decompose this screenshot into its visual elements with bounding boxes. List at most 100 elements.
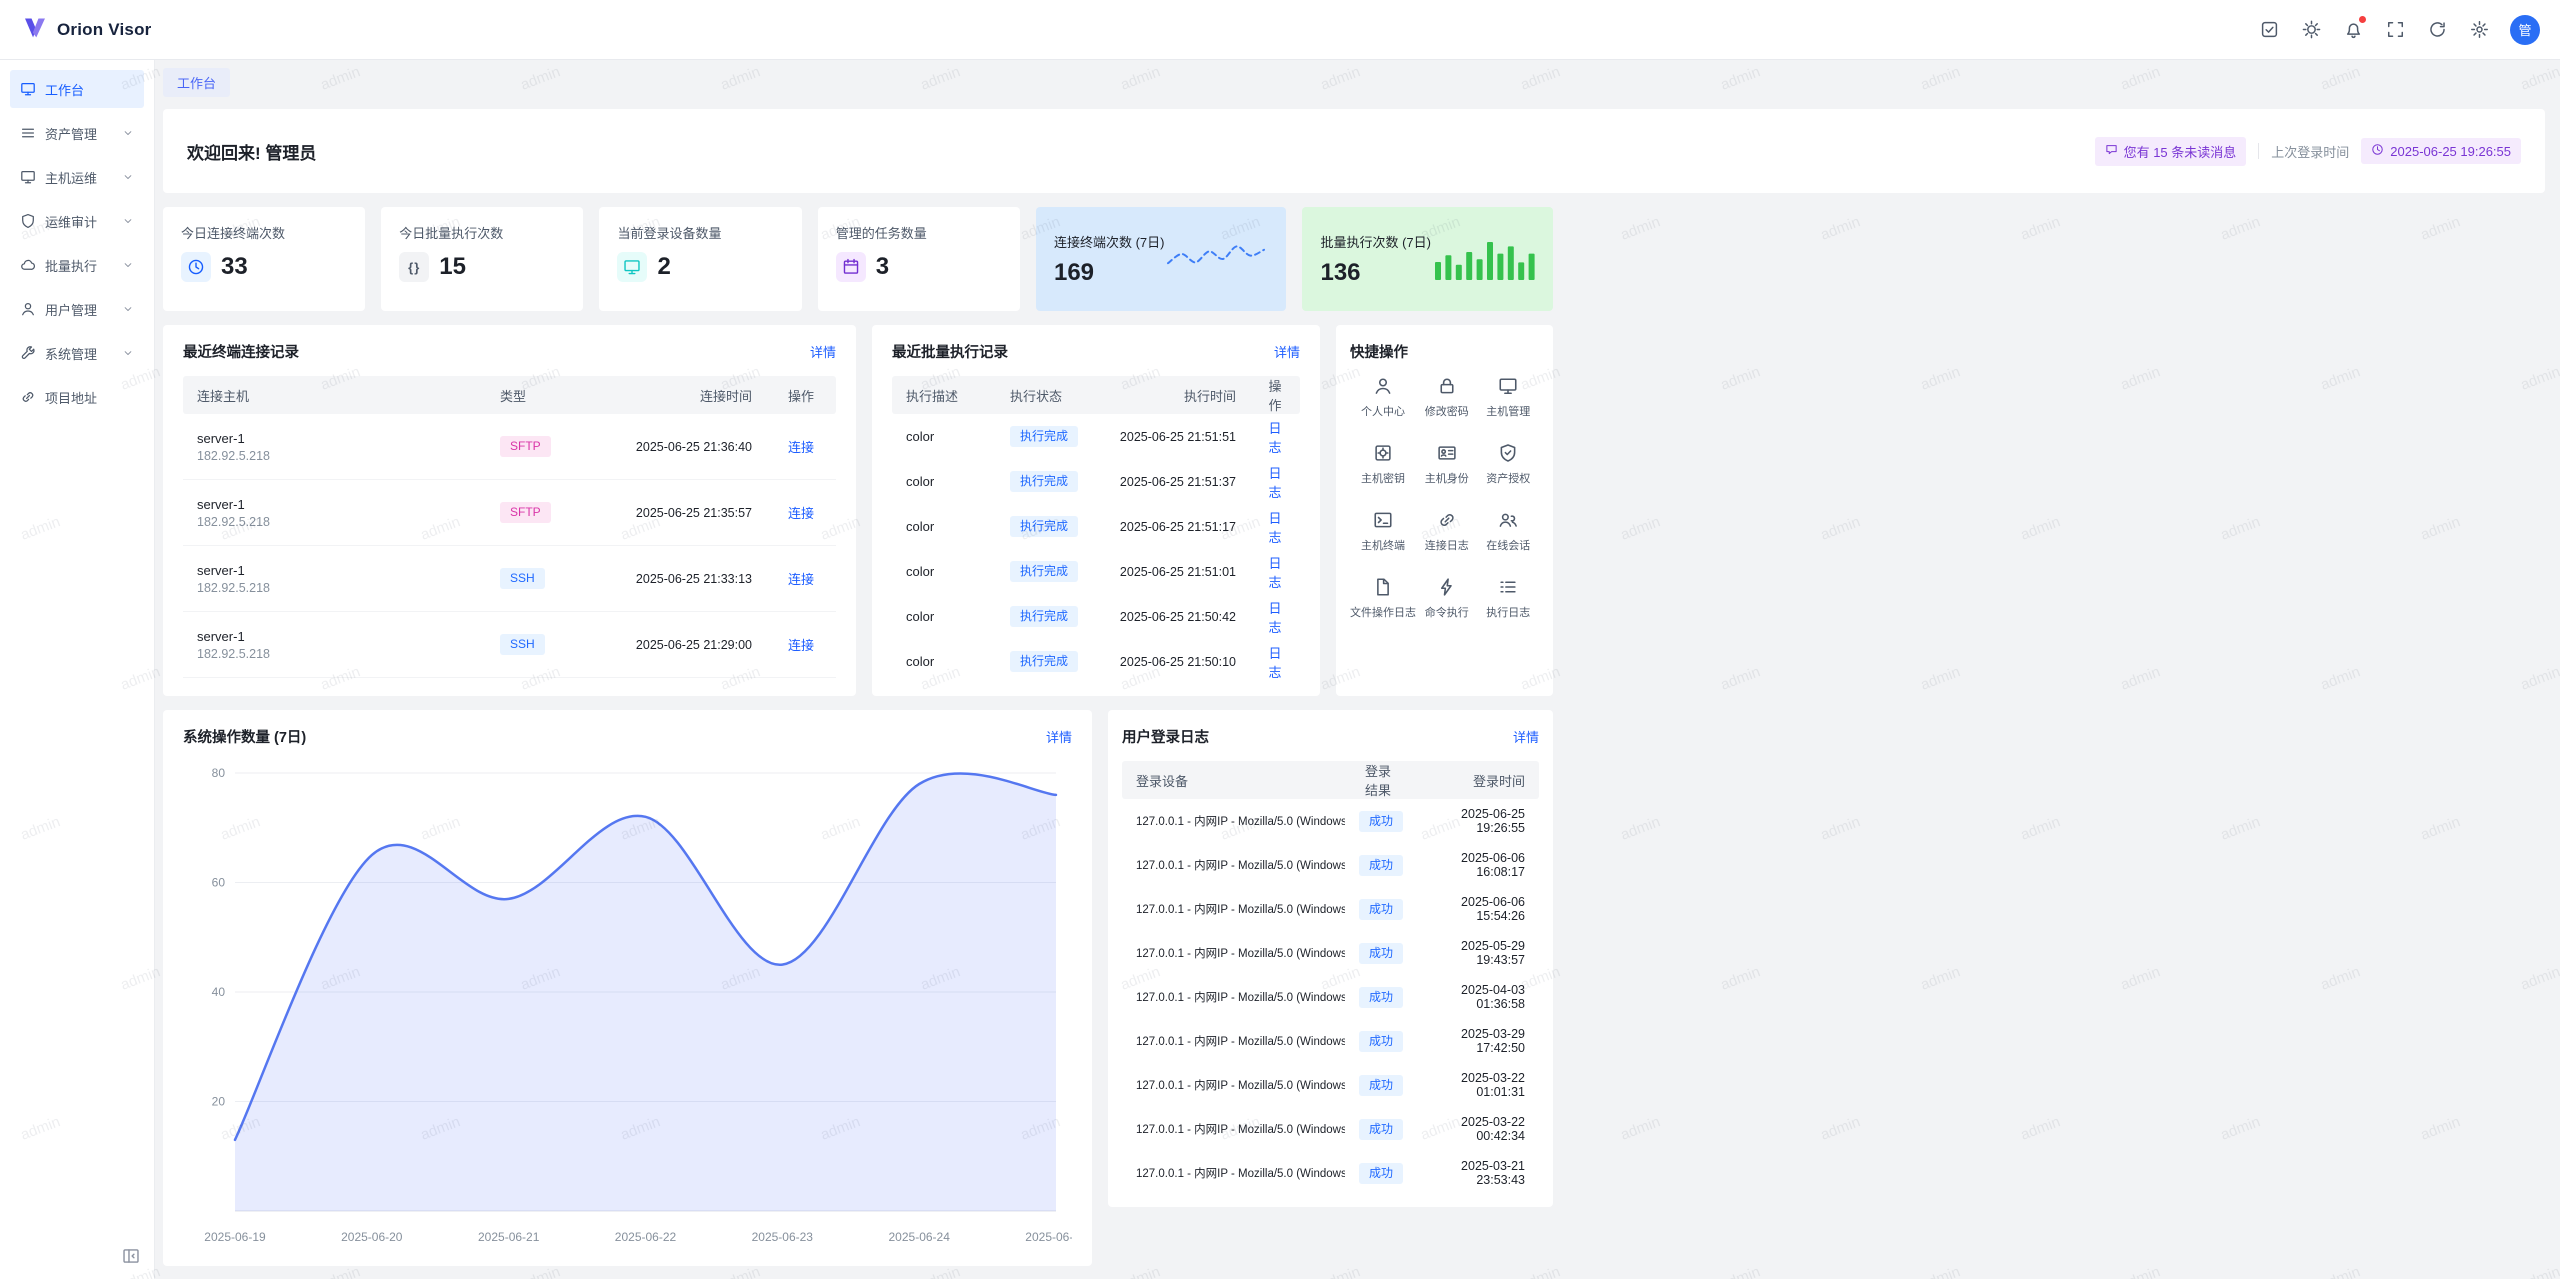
login-log-row: 127.0.0.1 - 内网IP - Mozilla/5.0 (Windows … <box>1122 887 1539 931</box>
login-log-row: 127.0.0.1 - 内网IP - Mozilla/5.0 (Windows … <box>1122 1107 1539 1151</box>
quick-action-12[interactable]: 执行日志 <box>1478 577 1540 620</box>
connect-link[interactable]: 连接 <box>788 506 814 521</box>
bottom-row: 系统操作数量 (7日) 详情 204060802025-06-192025-06… <box>163 710 1553 1266</box>
stat-card-today-connections: 今日连接终端次数33 <box>163 207 365 311</box>
monitor-icon <box>1498 376 1518 396</box>
message-icon <box>2105 143 2118 159</box>
quick-action-11[interactable]: 命令执行 <box>1416 577 1478 620</box>
log-link[interactable]: 日志 <box>1268 421 1281 455</box>
result-tag: 成功 <box>1359 899 1403 920</box>
log-link[interactable]: 日志 <box>1268 646 1281 680</box>
refresh-button[interactable] <box>2420 13 2454 47</box>
safe-icon <box>1373 443 1393 463</box>
file-icon <box>1373 577 1393 597</box>
recent-executions-title: 最近批量执行记录 <box>892 341 1008 362</box>
user-avatar[interactable]: 管 <box>2510 15 2540 45</box>
sidebar-item-users[interactable]: 用户管理 <box>10 290 144 328</box>
login-log-row: 127.0.0.1 - 内网IP - Mozilla/5.0 (Windows … <box>1122 1151 1539 1195</box>
result-tag: 成功 <box>1359 811 1403 832</box>
recent-connections-details-link[interactable]: 详情 <box>810 342 836 361</box>
chevron-down-icon <box>122 259 134 271</box>
quick-actions-title: 快捷操作 <box>1350 341 1408 362</box>
status-tag: 执行完成 <box>1010 516 1078 537</box>
login-logs-details-link[interactable]: 详情 <box>1513 727 1539 746</box>
svg-text:40: 40 <box>212 985 226 999</box>
sidebar-item-system[interactable]: 系统管理 <box>10 334 144 372</box>
refresh-icon <box>2428 20 2447 39</box>
ops-area-chart: 204060802025-06-192025-06-202025-06-2120… <box>183 761 1072 1254</box>
stat-card-online-devices: 当前登录设备数量2 <box>599 207 801 311</box>
recent-executions-table: 执行描述 执行状态 执行时间 操作 color执行完成2025-06-25 21… <box>892 376 1300 684</box>
clock-icon <box>181 252 211 282</box>
log-link[interactable]: 日志 <box>1268 511 1281 545</box>
list-check-icon <box>1498 577 1518 597</box>
result-tag: 成功 <box>1359 1075 1403 1096</box>
connect-link[interactable]: 连接 <box>788 440 814 455</box>
breadcrumb-item-workbench[interactable]: 工作台 <box>163 68 230 97</box>
notifications-button[interactable] <box>2336 13 2370 47</box>
protocol-tag: SSH <box>500 568 545 589</box>
recent-executions-details-link[interactable]: 详情 <box>1274 342 1300 361</box>
welcome-banner: 欢迎回来! 管理员 您有 15 条未读消息 上次登录时间 2025-06-25 … <box>163 109 2545 193</box>
quick-action-6[interactable]: 资产授权 <box>1478 443 1540 486</box>
settings-button[interactable] <box>2462 13 2496 47</box>
log-link[interactable]: 日志 <box>1268 556 1281 590</box>
svg-text:2025-06-22: 2025-06-22 <box>615 1230 677 1244</box>
quick-action-10[interactable]: 文件操作日志 <box>1350 577 1416 620</box>
ops-chart-details-link[interactable]: 详情 <box>1046 727 1072 746</box>
ops-chart-panel: 系统操作数量 (7日) 详情 204060802025-06-192025-06… <box>163 710 1092 1266</box>
quick-action-3[interactable]: 主机管理 <box>1478 376 1540 419</box>
svg-text:60: 60 <box>212 876 226 890</box>
user-icon <box>1373 376 1393 396</box>
sidebar-item-audit[interactable]: 运维审计 <box>10 202 144 240</box>
stat-card-today-executions: 今日批量执行次数{}15 <box>381 207 583 311</box>
quick-action-4[interactable]: 主机密钥 <box>1350 443 1416 486</box>
sidebar-item-host-ops[interactable]: 主机运维 <box>10 158 144 196</box>
quick-action-8[interactable]: 连接日志 <box>1416 510 1478 553</box>
stat-card-executions-7d: 批量执行次数 (7日)136 <box>1302 207 1553 311</box>
svg-text:2025-06-25: 2025-06-25 <box>1025 1230 1072 1244</box>
last-login-label: 上次登录时间 <box>2271 142 2349 161</box>
chevron-down-icon <box>122 171 134 183</box>
link-icon <box>1437 510 1457 530</box>
app-logo-icon <box>22 15 48 44</box>
status-tag: 执行完成 <box>1010 471 1078 492</box>
fullscreen-button[interactable] <box>2378 13 2412 47</box>
quick-action-2[interactable]: 修改密码 <box>1416 376 1478 419</box>
quick-action-7[interactable]: 主机终端 <box>1350 510 1416 553</box>
stats-row: 今日连接终端次数33今日批量执行次数{}15当前登录设备数量2管理的任务数量3连… <box>163 207 1553 311</box>
login-logs-panel: 用户登录日志 详情 登录设备 登录结果 登录时间 127.0.0.1 - 内网I… <box>1108 710 1553 1207</box>
connect-link[interactable]: 连接 <box>788 572 814 587</box>
quick-action-9[interactable]: 在线会话 <box>1478 510 1540 553</box>
result-tag: 成功 <box>1359 987 1403 1008</box>
svg-text:2025-06-21: 2025-06-21 <box>478 1230 540 1244</box>
sidebar-item-project[interactable]: 项目地址 <box>10 378 144 416</box>
sidebar-item-batch-exec[interactable]: 批量执行 <box>10 246 144 284</box>
connect-link[interactable]: 连接 <box>788 638 814 653</box>
main-content: 工作台 欢迎回来! 管理员 您有 15 条未读消息 上次登录时间 2025-06… <box>155 60 2560 1279</box>
unread-messages-badge[interactable]: 您有 15 条未读消息 <box>2095 137 2247 166</box>
quick-actions-panel: 快捷操作 个人中心修改密码主机管理主机密钥主机身份资产授权主机终端连接日志在线会… <box>1336 325 1553 696</box>
log-link[interactable]: 日志 <box>1268 601 1281 635</box>
result-tag: 成功 <box>1359 855 1403 876</box>
sidebar-item-assets[interactable]: 资产管理 <box>10 114 144 152</box>
monitor-icon <box>20 81 36 97</box>
clock-icon <box>2371 143 2384 159</box>
chevron-down-icon <box>122 215 134 227</box>
connection-row: server-1182.92.5.218SFTP2025-06-25 21:35… <box>183 480 836 546</box>
svg-text:80: 80 <box>212 766 226 780</box>
execution-row: color执行完成2025-06-25 21:50:10日志 <box>892 639 1300 684</box>
todo-button[interactable] <box>2252 13 2286 47</box>
sidebar-item-workbench[interactable]: 工作台 <box>10 70 144 108</box>
chevron-down-icon <box>122 303 134 315</box>
theme-button[interactable] <box>2294 13 2328 47</box>
log-link[interactable]: 日志 <box>1268 466 1281 500</box>
collapse-sidebar-icon[interactable] <box>122 1247 140 1265</box>
quick-action-5[interactable]: 主机身份 <box>1416 443 1478 486</box>
topbar-actions: 管 <box>2252 13 2540 47</box>
welcome-title: 欢迎回来! 管理员 <box>187 139 316 164</box>
breadcrumb: 工作台 <box>163 68 2545 97</box>
protocol-tag: SFTP <box>500 436 551 457</box>
cloud-icon <box>20 257 36 273</box>
quick-action-1[interactable]: 个人中心 <box>1350 376 1416 419</box>
